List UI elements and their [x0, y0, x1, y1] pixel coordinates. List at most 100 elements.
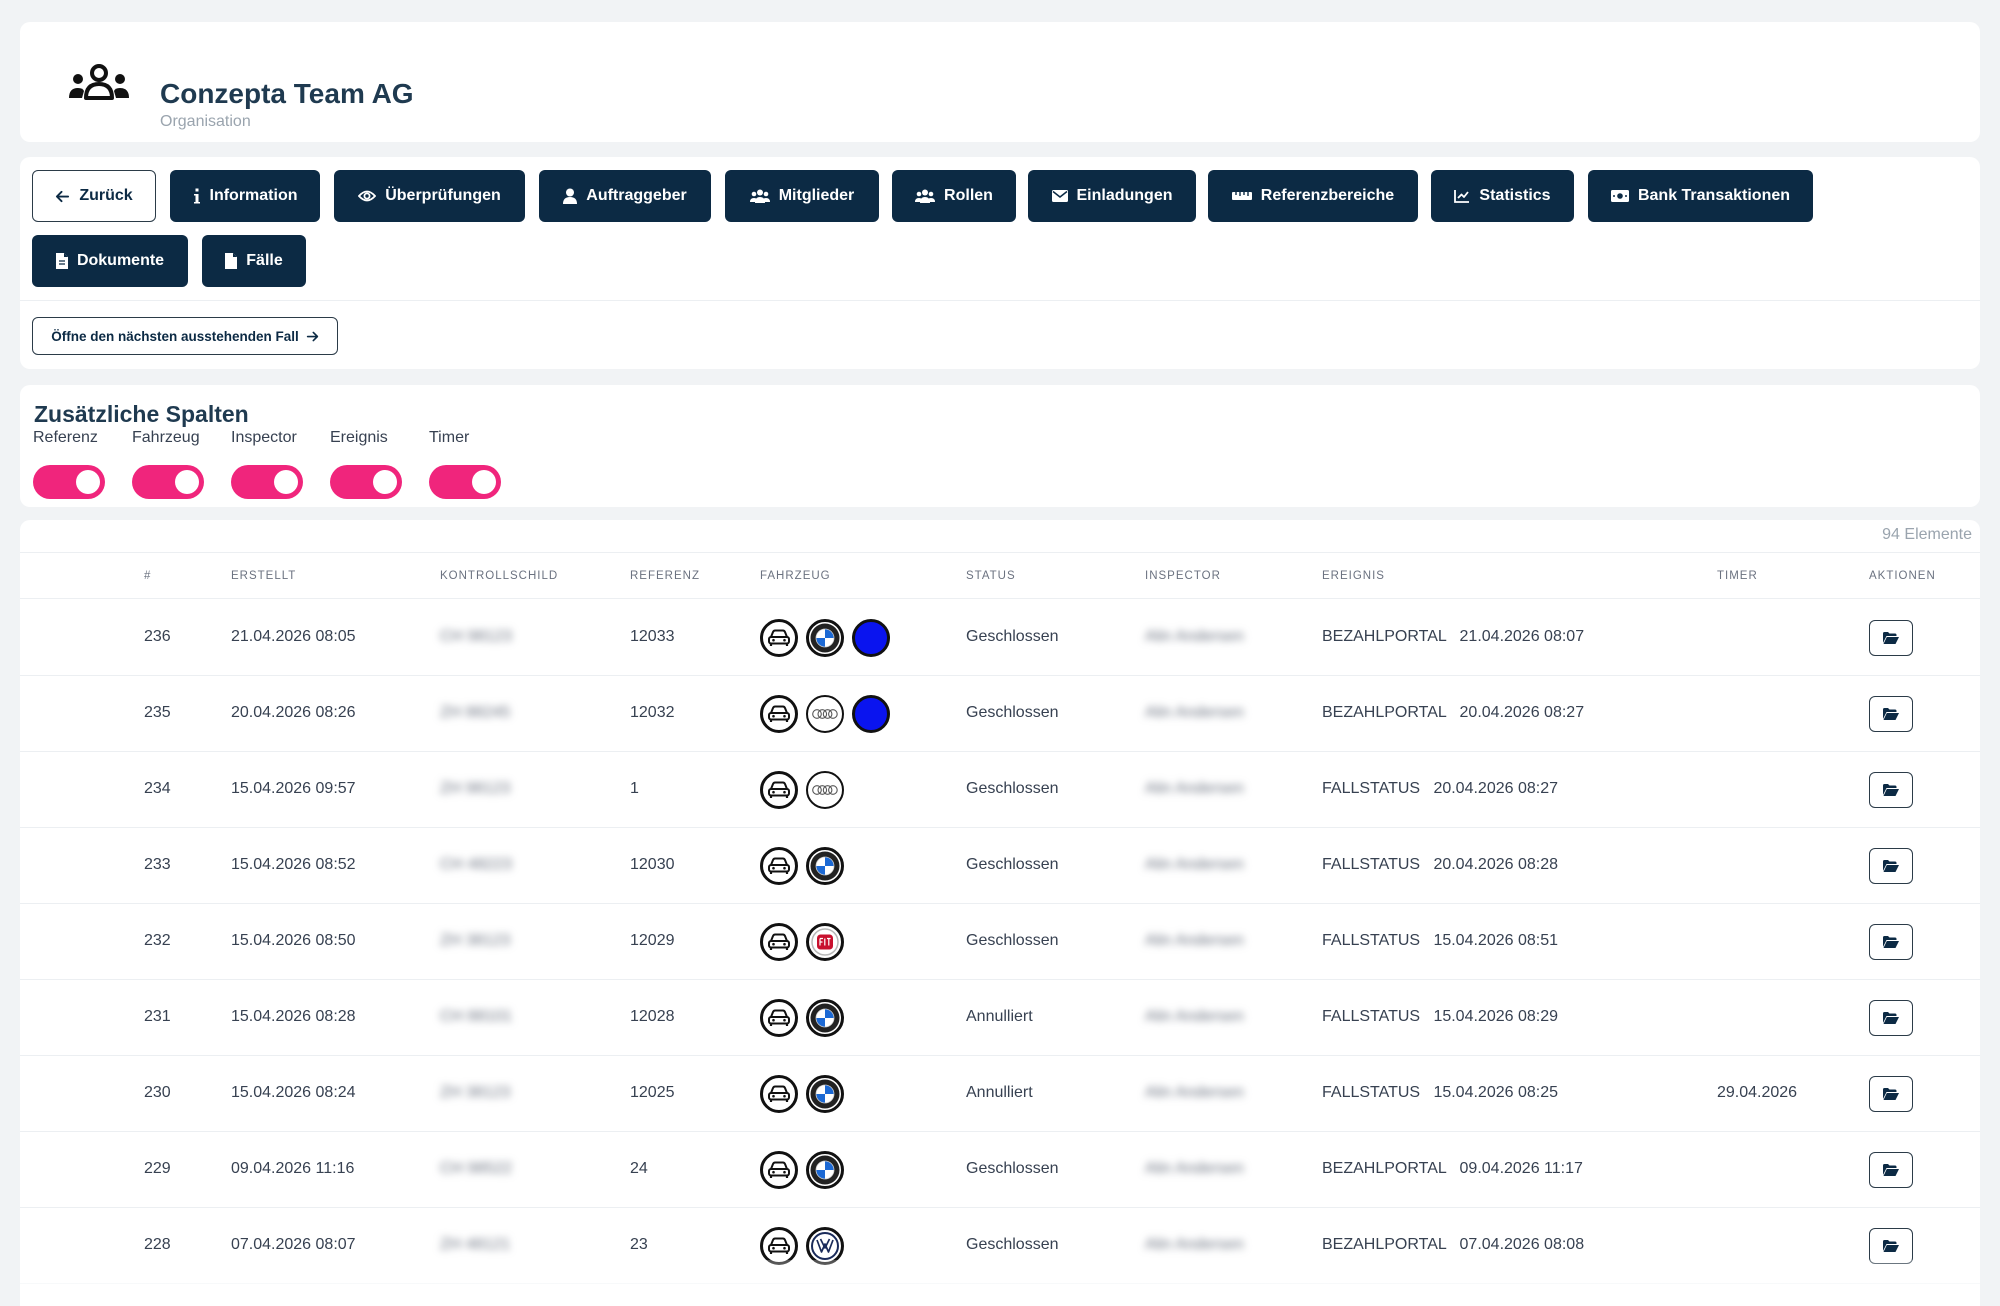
cell-created: 15.04.2026 08:52 [231, 856, 356, 873]
table-row[interactable]: 235 20.04.2026 08:26 ZH 88245 12032 Gesc… [20, 676, 1980, 752]
ruler-icon [1231, 192, 1252, 200]
column-header-id[interactable]: # [144, 570, 151, 582]
vehicle-icons [760, 847, 844, 885]
toggle-switch[interactable] [33, 465, 105, 499]
cell-plate: CH 88101 [440, 1008, 513, 1025]
table-row[interactable]: 234 15.04.2026 09:57 ZH 98123 1 Geschlos… [20, 752, 1980, 828]
cell-id: 232 [144, 932, 171, 949]
users-group-icon [69, 64, 129, 100]
information-button[interactable]: Information [170, 170, 320, 222]
open-case-button[interactable] [1869, 1152, 1913, 1188]
cell-plate: ZH 38123 [440, 1084, 511, 1101]
toggle-switch[interactable] [231, 465, 303, 499]
cell-inspector: Alin Andersen [1145, 1236, 1244, 1253]
column-header-status[interactable]: STATUS [966, 570, 1016, 582]
table-row[interactable]: 230 15.04.2026 08:24 ZH 38123 12025 Annu… [20, 1056, 1980, 1132]
open-case-button[interactable] [1869, 620, 1913, 656]
cell-event: FALLSTATUS 15.04.2026 08:25 [1322, 1084, 1558, 1101]
cell-inspector: Alin Andersen [1145, 780, 1244, 797]
table-row[interactable]: 233 15.04.2026 08:52 CH 48223 12030 Gesc… [20, 828, 1980, 904]
column-header-actions: AKTIONEN [1869, 570, 1936, 582]
folder-open-icon [1883, 1164, 1899, 1176]
money-bill-icon [1610, 190, 1629, 202]
column-header-plate[interactable]: KONTROLLSCHILD [440, 570, 558, 582]
column-header-event[interactable]: EREIGNIS [1322, 570, 1385, 582]
organisation-subtitle: Organisation [160, 113, 251, 130]
envelope-icon [1051, 190, 1068, 202]
cell-created: 21.04.2026 08:05 [231, 628, 356, 645]
fiat-logo-icon [806, 923, 844, 961]
open-case-button[interactable] [1869, 924, 1913, 960]
toggle-switch[interactable] [132, 465, 204, 499]
column-header-created[interactable]: ERSTELLT [231, 570, 296, 582]
car-icon [760, 1075, 798, 1113]
invitations-button[interactable]: Einladungen [1028, 170, 1196, 222]
members-button[interactable]: Mitglieder [725, 170, 879, 222]
reference-areas-button[interactable]: Referenzbereiche [1208, 170, 1418, 222]
cases-table: 94 Elemente # ERSTELLT KONTROLLSCHILD RE… [20, 520, 1980, 1306]
cell-event: BEZAHLPORTAL 07.04.2026 08:08 [1322, 1236, 1585, 1253]
folder-open-icon [1883, 860, 1899, 872]
table-row[interactable]: 228 07.04.2026 08:07 ZH 48121 23 Geschlo… [20, 1208, 1980, 1284]
cell-created: 15.04.2026 08:28 [231, 1008, 356, 1025]
cell-reference: 12029 [630, 932, 675, 949]
cell-id: 228 [144, 1236, 171, 1253]
open-case-button[interactable] [1869, 1228, 1913, 1264]
cell-reference: 24 [630, 1160, 648, 1177]
folder-open-icon [1883, 1240, 1899, 1252]
statistics-button[interactable]: Statistics [1431, 170, 1574, 222]
cell-event: BEZAHLPORTAL 09.04.2026 11:17 [1322, 1160, 1583, 1177]
open-case-button[interactable] [1869, 848, 1913, 884]
cell-event: BEZAHLPORTAL 20.04.2026 08:27 [1322, 704, 1585, 721]
vehicle-icons [760, 695, 890, 733]
toggle-inspector: Inspector [231, 429, 303, 499]
toggle-switch[interactable] [330, 465, 402, 499]
info-icon [193, 188, 200, 204]
extra-columns-title: Zusätzliche Spalten [34, 401, 249, 427]
car-icon [760, 847, 798, 885]
cases-button[interactable]: Fälle [202, 235, 306, 287]
cell-created: 15.04.2026 08:50 [231, 932, 356, 949]
cell-plate: ZH 88245 [440, 704, 511, 721]
cell-status: Geschlossen [966, 1236, 1059, 1253]
cell-status: Geschlossen [966, 1160, 1059, 1177]
vw-logo-icon [806, 1227, 844, 1265]
cell-id: 234 [144, 780, 171, 797]
car-icon [760, 771, 798, 809]
cell-plate: ZH 38123 [440, 932, 511, 949]
documents-button[interactable]: Dokumente [32, 235, 188, 287]
cell-plate: CH 98522 [440, 1160, 513, 1177]
cell-inspector: Alin Andersen [1145, 932, 1244, 949]
roles-button[interactable]: Rollen [892, 170, 1016, 222]
cell-inspector: Alin Andersen [1145, 856, 1244, 873]
column-header-reference[interactable]: REFERENZ [630, 570, 700, 582]
open-next-case-button[interactable]: Öffne den nächsten ausstehenden Fall [32, 317, 338, 355]
vehicle-icons [760, 1227, 844, 1265]
column-header-vehicle[interactable]: FAHRZEUG [760, 570, 831, 582]
bank-transactions-button[interactable]: Bank Transaktionen [1588, 170, 1813, 222]
users-icon [915, 189, 936, 203]
cell-status: Geschlossen [966, 932, 1059, 949]
checks-button[interactable]: Überprüfungen [334, 170, 525, 222]
table-row[interactable]: 232 15.04.2026 08:50 ZH 38123 12029 Gesc… [20, 904, 1980, 980]
chart-line-icon [1454, 190, 1470, 203]
table-row[interactable]: 236 21.04.2026 08:05 CH 98123 12033 Gesc… [20, 600, 1980, 676]
toggle-switch[interactable] [429, 465, 501, 499]
column-header-timer[interactable]: TIMER [1717, 570, 1758, 582]
clients-button[interactable]: Auftraggeber [539, 170, 711, 222]
user-icon [563, 188, 578, 204]
open-case-button[interactable] [1869, 772, 1913, 808]
car-icon [760, 1227, 798, 1265]
cell-inspector: Alin Andersen [1145, 1160, 1244, 1177]
column-header-inspector[interactable]: INSPECTOR [1145, 570, 1221, 582]
car-icon [760, 695, 798, 733]
open-case-button[interactable] [1869, 1000, 1913, 1036]
folder-open-icon [1883, 632, 1899, 644]
cell-status: Geschlossen [966, 780, 1059, 797]
table-row[interactable]: 229 09.04.2026 11:16 CH 98522 24 Geschlo… [20, 1132, 1980, 1208]
table-row[interactable]: 231 15.04.2026 08:28 CH 88101 12028 Annu… [20, 980, 1980, 1056]
open-case-button[interactable] [1869, 696, 1913, 732]
open-case-button[interactable] [1869, 1076, 1913, 1112]
cell-plate: CH 48223 [440, 856, 513, 873]
back-button[interactable]: Zurück [32, 170, 156, 222]
